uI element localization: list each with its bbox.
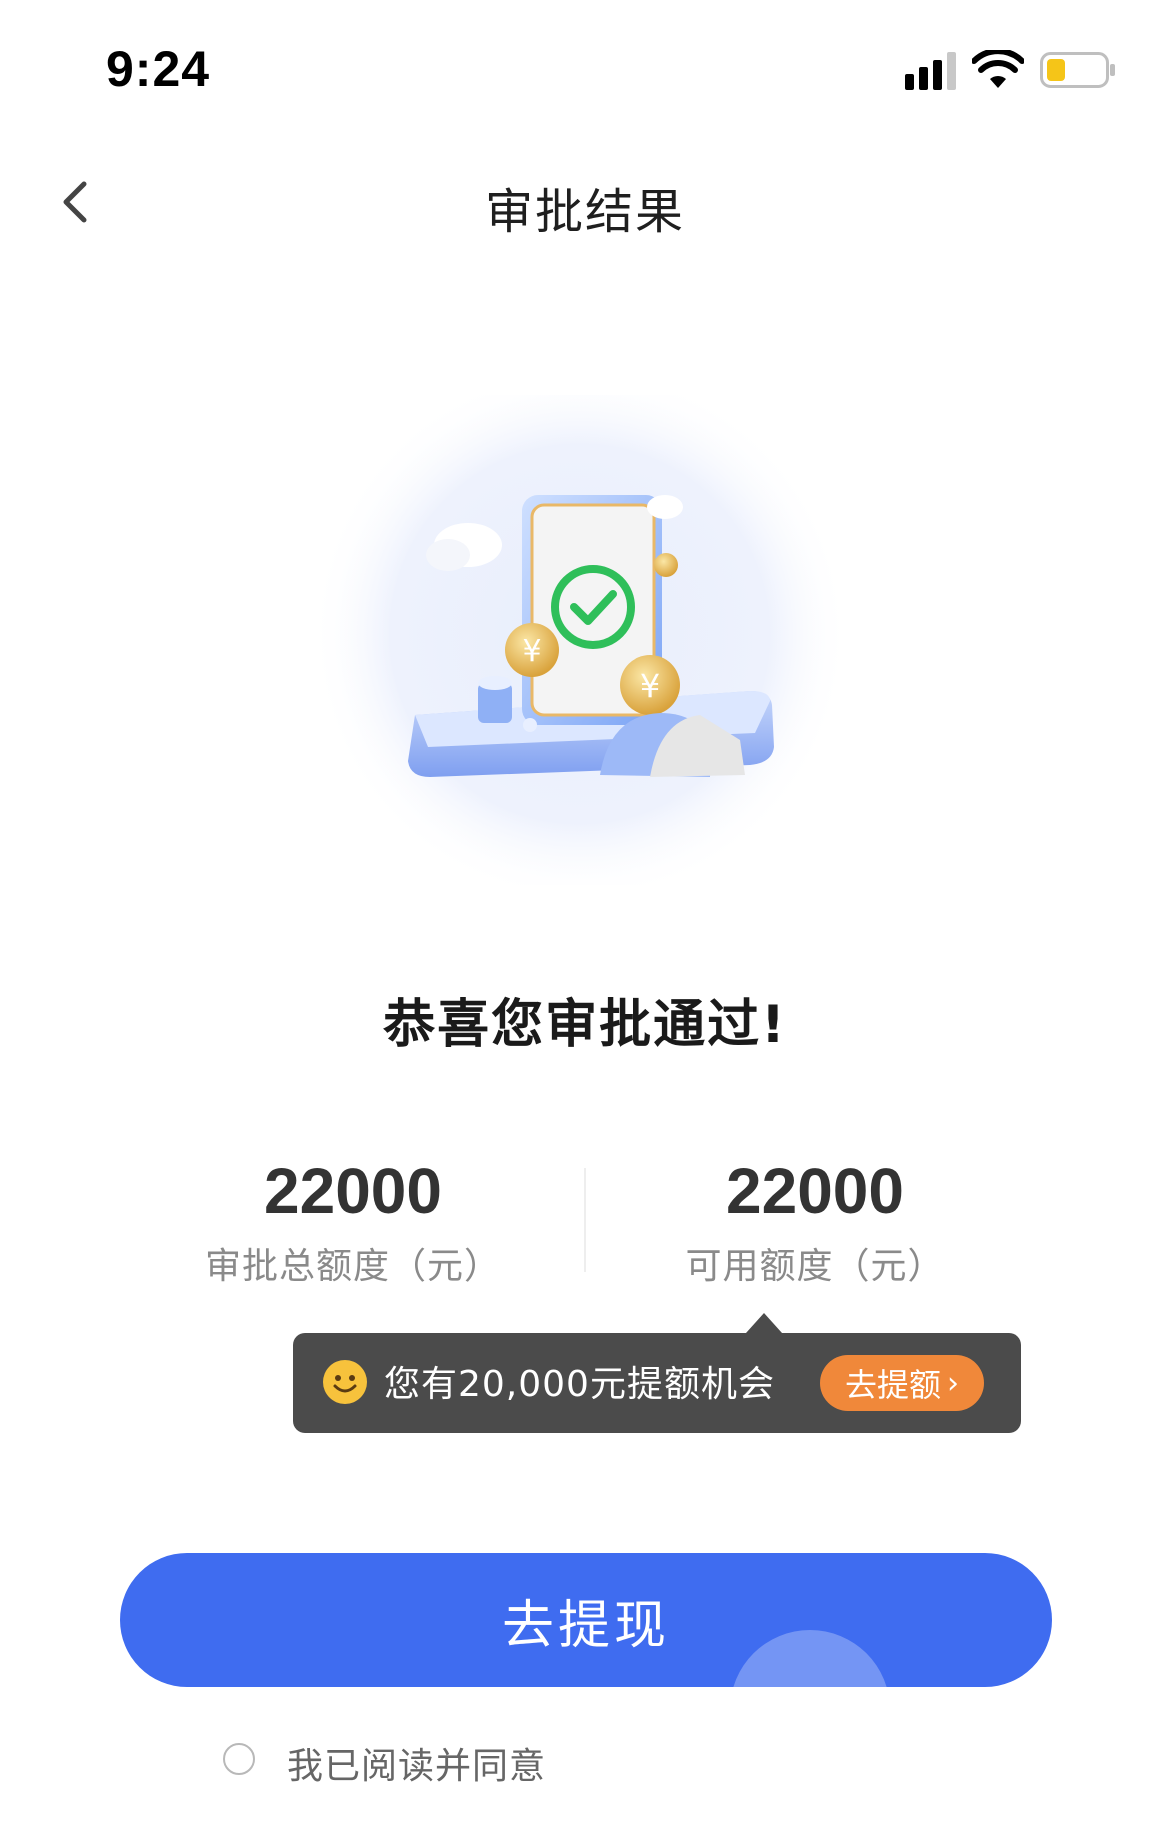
available-credit-value: 22000 (726, 1155, 904, 1227)
chevron-right-icon: › (947, 1365, 959, 1401)
available-credit-stat: 22000 可用额度（元） (580, 1155, 1050, 1289)
total-credit-value: 22000 (264, 1155, 442, 1227)
withdraw-button[interactable]: 去提现 (120, 1553, 1052, 1687)
svg-text:¥: ¥ (522, 634, 541, 669)
tooltip-text: 您有20,000元提额机会 (384, 1364, 775, 1405)
approved-phone-illustration: ¥ ¥ (310, 395, 850, 885)
raise-credit-label: 去提额 (844, 1366, 941, 1404)
svg-text:¥: ¥ (640, 667, 660, 705)
tooltip-arrow (746, 1313, 782, 1333)
total-credit-label: 审批总额度（元） (204, 1246, 501, 1287)
smiley-icon (323, 1360, 367, 1404)
approval-message: 恭喜您审批通过! (383, 995, 787, 1055)
status-time: 9:24 (106, 41, 211, 97)
agreement-text: 我已阅读并同意 (287, 1746, 547, 1787)
battery-icon (1040, 52, 1115, 88)
raise-credit-button[interactable]: 去提额 › (820, 1355, 984, 1411)
withdraw-button-label: 去提现 (501, 1595, 670, 1656)
available-credit-label: 可用额度（元） (685, 1246, 945, 1287)
cellular-signal-icon (905, 52, 956, 90)
total-credit-stat: 22000 审批总额度（元） (118, 1155, 588, 1289)
status-bar: 9:24 (0, 0, 1170, 120)
page-title: 审批结果 (484, 184, 685, 240)
wifi-icon (972, 50, 1024, 88)
agreement-radio[interactable] (223, 1743, 255, 1775)
